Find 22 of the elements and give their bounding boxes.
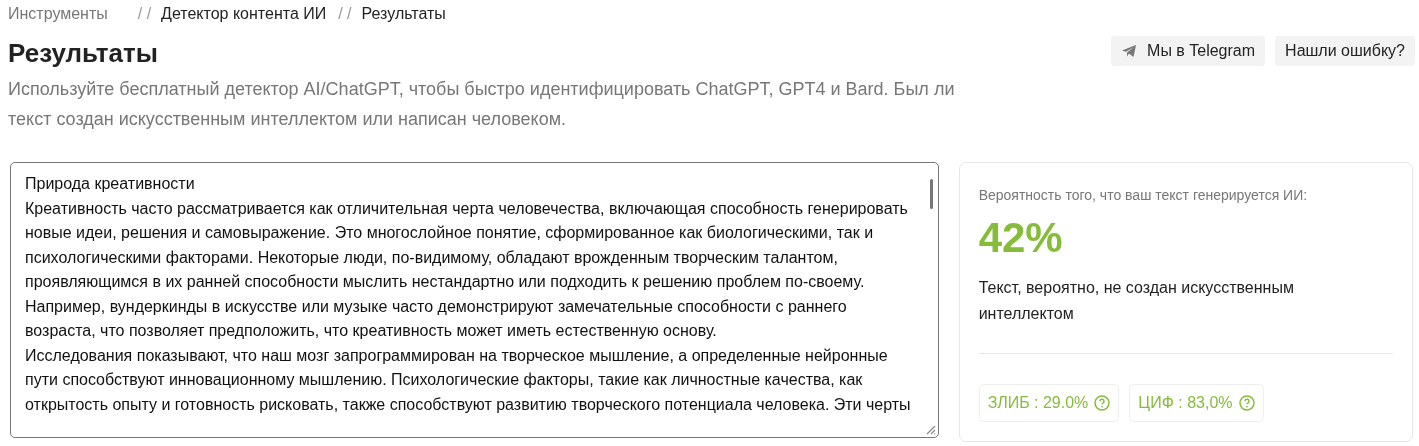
text-field[interactable]	[10, 162, 939, 438]
verdict-text: Текст, вероятно, не создан искусственным интеллектом	[978, 278, 1295, 324]
metric-label: ЦИФ : 83,0%	[1138, 394, 1233, 412]
page-description: Используйте бесплатный детектор AI/ChatGPT, чтобы быстро идентифицировать ChatGPT, GPT4 и Bard. Был ли текст создан искусственным интеллектом или написан человеком.	[8, 78, 956, 131]
text-paragraph: Исследования показывают, что наш мозг запрограммирован на творческое мышление, а определенные нейронные пути способствуют инновационному мышлению. Психологические факторы, такие как личностные качества, как открытость опыту и готовность рисковать, также способствуют развитию творческого потенциала человека. Эти черты	[25, 345, 912, 415]
text-paragraph: Природа креативности	[25, 174, 196, 194]
probability-score: 42%	[978, 213, 1064, 263]
help-icon[interactable]	[1094, 395, 1111, 411]
telegram-button[interactable]: Мы в Telegram	[1111, 36, 1266, 66]
scrollbar-thumb[interactable]	[929, 179, 933, 209]
page-title: Результаты	[8, 37, 158, 70]
paper-plane-icon	[1121, 44, 1138, 58]
report-error-button[interactable]: Нашли ошибку?	[1275, 36, 1415, 66]
breadcrumb-separator: / /	[137, 5, 152, 23]
probability-label: Вероятность того, что ваш текст генерируется ИИ:	[978, 186, 1309, 205]
breadcrumb-link[interactable]: Детектор контента ИИ	[161, 5, 327, 23]
metric-label: ЗЛИБ : 29.0%	[987, 394, 1089, 412]
text-paragraph: Креативность часто рассматривается как отличительная черта человечества, включающая способность генерировать новые идеи, решения и самовыражение. Это многослойное понятие, сформированное как биологическими, так и психологическими факторами. Некоторые люди, по-видимому, обладают врожденным творческим талантом, проявляющимся в их ранней способности мыслить нестандартно или подходить к решению проблем по-своему. Например, вундеркинды в искусстве или музыке часто демонстрируют замечательные способности с раннего возраста, что позволяет предположить, что креативность может иметь естественную основу.	[25, 198, 909, 341]
breadcrumb-link[interactable]: Инструменты	[8, 5, 108, 23]
breadcrumb-current: Результаты	[361, 5, 446, 23]
help-icon[interactable]	[1238, 395, 1255, 411]
breadcrumb-separator: / /	[338, 5, 352, 23]
